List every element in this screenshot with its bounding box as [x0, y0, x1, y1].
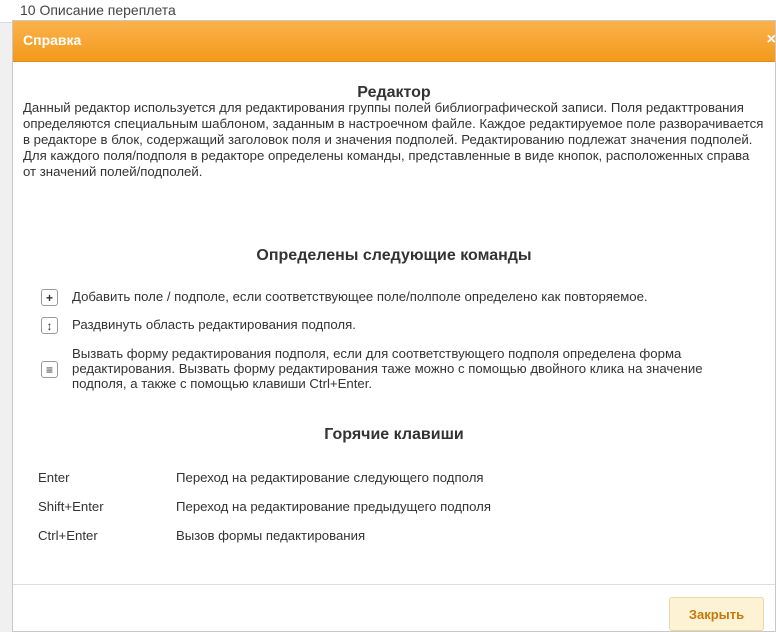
commands-heading: Определены следующие команды — [256, 247, 532, 264]
close-button[interactable]: Закрыть — [669, 597, 764, 631]
hotkey-key: Ctrl+Enter — [38, 528, 98, 543]
dialog-title: Справка — [23, 32, 82, 48]
dialog-titlebar[interactable]: Справка × — [13, 21, 776, 62]
footer-divider — [13, 584, 775, 585]
command-text: Вызвать форму редактирования подполя, ес… — [72, 346, 703, 391]
hotkey-description: Вызов формы педактирования — [176, 528, 366, 543]
hotkey-description: Переход на редактирование предыдущего по… — [176, 499, 491, 514]
hotkey-key: Shift+Enter — [38, 499, 104, 514]
command-text: Раздвинуть область редактирования подпол… — [72, 317, 356, 332]
close-icon[interactable]: × — [767, 31, 776, 49]
command-text: Добавить поле / подполе, если соответств… — [72, 289, 648, 304]
hotkey-description: Переход на редактирование следующего под… — [176, 470, 484, 485]
background-field-label: 10 Описание переплета — [20, 2, 176, 18]
command-row-add: + Добавить поле / подполе, если соответс… — [41, 289, 752, 306]
command-row-form: ≡ Вызвать форму редактирования подполя, … — [41, 346, 752, 391]
editor-description: Данный редактор используется для редакти… — [23, 100, 764, 179]
expand-vertical-icon[interactable]: ↕ — [41, 317, 58, 334]
hotkeys-heading: Горячие клавиши — [324, 426, 464, 443]
plus-icon[interactable]: + — [41, 289, 58, 306]
command-row-expand: ↕ Раздвинуть область редактирования подп… — [41, 317, 752, 334]
help-dialog: Справка × Редактор Данный редактор испол… — [12, 20, 776, 632]
menu-icon[interactable]: ≡ — [41, 361, 58, 378]
hotkey-key: Enter — [38, 470, 70, 485]
